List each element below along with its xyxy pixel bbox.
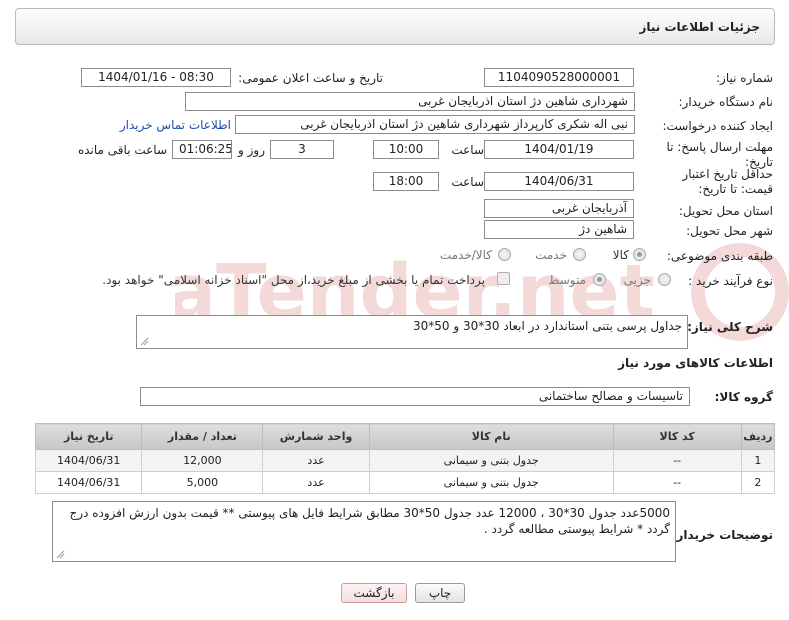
cell-unit: عدد [262, 471, 370, 494]
buyer-org-field[interactable]: شهرداری شاهین دژ استان اذربایجان غربی [185, 92, 635, 111]
days-label: روز و [238, 143, 265, 157]
send-deadline-date-field[interactable]: 1404/01/19 [484, 140, 634, 159]
cell-row-number: 1 [740, 449, 776, 472]
cell-date: 1404/06/31 [34, 471, 143, 494]
process-type-label: نوع فرآیند خرید : [688, 274, 773, 288]
details-panel-header: جزئیات اطلاعات نیاز [15, 8, 775, 45]
resize-grip-icon[interactable] [56, 550, 65, 559]
process-option-medium: متوسط [548, 273, 586, 287]
send-deadline-label: مهلت ارسال پاسخ: تا تاریخ: [666, 140, 773, 169]
col-header-row-number: ردیف [740, 423, 776, 450]
creator-field[interactable]: نبی اله شکری کارپرداز شهرداری شاهین دژ ا… [235, 115, 635, 134]
cell-quantity: 5,000 [141, 471, 264, 494]
province-label: استان محل تحویل: [678, 204, 773, 218]
send-deadline-time-label: ساعت [451, 143, 484, 157]
price-validity-date-field[interactable]: 1404/06/31 [484, 172, 634, 191]
city-label: شهر محل تحویل: [686, 224, 773, 238]
table-row[interactable]: 1 -- جدول بتنی و سیمانی عدد 12,000 1404/… [34, 449, 776, 472]
description-field[interactable]: جداول پرسی بتنی استاندارد در ابعاد 30*30… [136, 315, 688, 349]
buyer-org-label: نام دستگاه خریدار: [678, 95, 774, 109]
col-header-unit: واحد شمارش [262, 423, 370, 450]
category-option-goods-service: کالا/خدمت [439, 248, 492, 262]
col-header-name: نام کالا [368, 423, 614, 450]
goods-table-header: ردیف کد کالا نام کالا واحد شمارش تعداد /… [34, 423, 776, 450]
description-text: جداول پرسی بتنی استاندارد در ابعاد 30*30… [413, 319, 682, 333]
cell-code: -- [612, 449, 742, 472]
goods-section-title: اطلاعات کالاهای مورد نیاز [618, 356, 773, 370]
cell-row-number: 2 [740, 471, 776, 494]
category-radio-goods-service[interactable] [498, 248, 511, 261]
col-header-code: کد کالا [612, 423, 742, 450]
cell-quantity: 12,000 [141, 449, 264, 472]
announce-date-label: تاریخ و ساعت اعلان عمومی: [238, 71, 383, 85]
category-radio-goods[interactable] [633, 248, 646, 261]
cell-date: 1404/06/31 [34, 449, 143, 472]
cell-name: جدول بتنی و سیمانی [368, 471, 614, 494]
category-radio-service[interactable] [573, 248, 586, 261]
city-field[interactable]: شاهین دژ [484, 220, 634, 239]
price-validity-label: حداقل تاریخ اعتبار قیمت: تا تاریخ: [682, 167, 773, 196]
back-button[interactable]: بازگشت [341, 583, 407, 603]
page-title: جزئیات اطلاعات نیاز [639, 20, 760, 34]
category-label: طبقه بندی موضوعی: [666, 249, 773, 263]
price-validity-time-label: ساعت [451, 175, 484, 189]
category-option-goods: کالا [612, 248, 629, 262]
cell-name: جدول بتنی و سیمانی [368, 449, 614, 472]
remaining-time-field[interactable]: 01:06:25 [172, 140, 232, 159]
need-number-label: شماره نیاز: [716, 71, 773, 85]
resize-grip-icon[interactable] [140, 337, 149, 346]
description-label: شرح کلی نیاز: [687, 320, 773, 334]
days-remaining-field[interactable]: 3 [270, 140, 334, 159]
province-field[interactable]: آذربایجان غربی [484, 199, 634, 218]
process-option-minor: جزیی [623, 273, 651, 287]
treasury-payment-checkbox[interactable] [497, 272, 510, 285]
category-option-service: خدمت [535, 248, 567, 262]
col-header-quantity: تعداد / مقدار [141, 423, 264, 450]
buyer-notes-text: 5000عدد جدول 30*30 ، 12000 عدد جدول 50*3… [69, 506, 670, 536]
cell-code: -- [612, 471, 742, 494]
table-row[interactable]: 2 -- جدول بتنی و سیمانی عدد 5,000 1404/0… [34, 471, 776, 494]
buyer-notes-field[interactable]: 5000عدد جدول 30*30 ، 12000 عدد جدول 50*3… [52, 501, 676, 562]
buyer-contact-link[interactable]: اطلاعات تماس خریدار [120, 118, 231, 132]
goods-group-field[interactable]: تاسیسات و مصالح ساختمانی [140, 387, 690, 406]
print-button[interactable]: چاپ [415, 583, 465, 603]
announce-date-field[interactable]: 1404/01/16 - 08:30 [81, 68, 231, 87]
remaining-time-label: ساعت باقی مانده [77, 143, 167, 157]
goods-table: ردیف کد کالا نام کالا واحد شمارش تعداد /… [34, 423, 776, 494]
col-header-date: تاریخ نیاز [34, 423, 143, 450]
process-radio-medium[interactable] [593, 273, 606, 286]
goods-group-label: گروه کالا: [714, 390, 773, 404]
creator-label: ایجاد کننده درخواست: [662, 119, 773, 133]
price-validity-time-field[interactable]: 18:00 [373, 172, 439, 191]
buyer-notes-label: توضیحات خریدار: [671, 528, 773, 542]
need-number-field[interactable]: 1104090528000001 [484, 68, 634, 87]
cell-unit: عدد [262, 449, 370, 472]
treasury-payment-note: پرداخت تمام یا بخشی از مبلغ خرید،از محل … [102, 273, 485, 287]
process-radio-minor[interactable] [658, 273, 671, 286]
send-deadline-time-field[interactable]: 10:00 [373, 140, 439, 159]
